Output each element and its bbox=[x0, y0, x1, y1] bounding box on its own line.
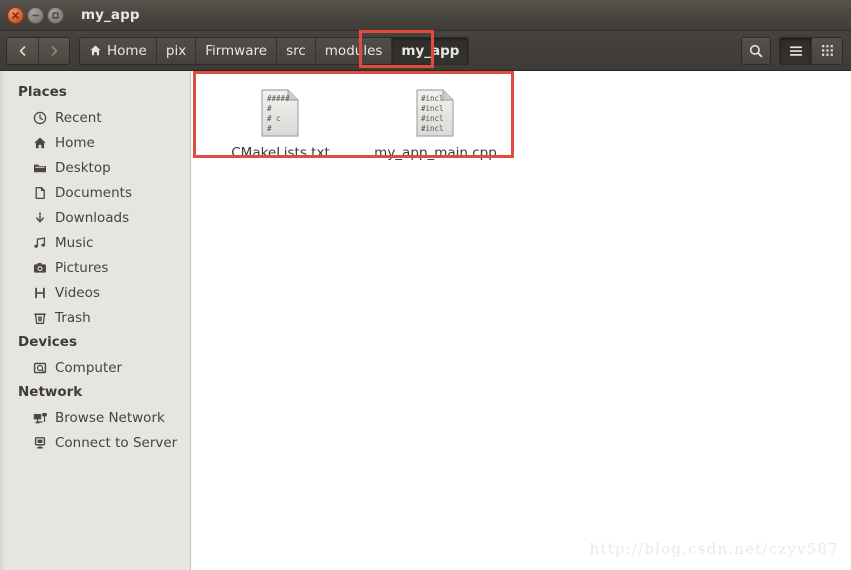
list-view-icon bbox=[789, 45, 802, 56]
sidebar-item-browse-network[interactable]: Browse Network bbox=[0, 405, 190, 430]
sidebar-item-downloads[interactable]: Downloads bbox=[0, 205, 190, 230]
music-icon bbox=[32, 235, 48, 251]
search-icon bbox=[749, 44, 763, 57]
sidebar-item-label: Trash bbox=[55, 309, 91, 326]
minimize-icon bbox=[32, 14, 39, 16]
sidebar-edge-shadow bbox=[0, 71, 5, 570]
file-label: my_app_main.cpp bbox=[374, 145, 497, 161]
search-button[interactable] bbox=[741, 36, 771, 65]
svg-text:#: # bbox=[267, 104, 272, 113]
sidebar-item-label: Recent bbox=[55, 109, 102, 126]
forward-button[interactable] bbox=[38, 37, 69, 64]
breadcrumb-label: pix bbox=[165, 42, 187, 59]
file-list-area[interactable]: ##### # # c # CMakeLists.txt #incl #incl… bbox=[191, 71, 851, 570]
breadcrumb-label: modules bbox=[324, 42, 383, 59]
sidebar-item-documents[interactable]: Documents bbox=[0, 180, 190, 205]
breadcrumb: Home pix Firmware src modules my_app bbox=[79, 36, 470, 65]
sidebar-item-home[interactable]: Home bbox=[0, 130, 190, 155]
file-grid: ##### # # c # CMakeLists.txt #incl #incl… bbox=[203, 83, 513, 161]
breadcrumb-item-modules[interactable]: modules bbox=[314, 37, 392, 64]
sidebar-item-label: Documents bbox=[55, 184, 132, 201]
sidebar: Places Recent Home Desktop Documents Dow… bbox=[0, 71, 191, 570]
sidebar-item-recent[interactable]: Recent bbox=[0, 105, 190, 130]
maximize-icon bbox=[52, 11, 59, 19]
home-icon bbox=[90, 45, 101, 56]
sidebar-item-label: Desktop bbox=[55, 159, 111, 176]
navigation-buttons bbox=[6, 36, 70, 65]
close-button[interactable] bbox=[7, 6, 24, 24]
sidebar-item-connect-to-server[interactable]: Connect to Server bbox=[0, 430, 190, 455]
breadcrumb-label: my_app bbox=[401, 42, 460, 59]
breadcrumb-item-my-app[interactable]: my_app bbox=[391, 37, 469, 64]
sidebar-item-label: Downloads bbox=[55, 209, 130, 226]
file-item-cmakelists[interactable]: ##### # # c # CMakeLists.txt bbox=[203, 83, 358, 161]
text-file-icon: ##### # # c # bbox=[260, 88, 301, 138]
breadcrumb-label: Firmware bbox=[205, 42, 268, 59]
view-mode-group bbox=[779, 36, 843, 65]
window-controls bbox=[7, 6, 64, 24]
server-icon bbox=[32, 435, 48, 451]
breadcrumb-item-pix[interactable]: pix bbox=[155, 37, 196, 64]
sidebar-item-label: Browse Network bbox=[55, 409, 165, 426]
list-view-button[interactable] bbox=[780, 37, 811, 64]
svg-text:#incl: #incl bbox=[421, 104, 444, 113]
sidebar-heading-places: Places bbox=[18, 84, 67, 100]
sidebar-item-desktop[interactable]: Desktop bbox=[0, 155, 190, 180]
icon-view-button[interactable] bbox=[811, 37, 842, 64]
watermark: http://blog.csdn.net/czyv587 bbox=[589, 540, 839, 558]
document-icon bbox=[32, 185, 48, 201]
camera-icon bbox=[32, 260, 48, 276]
sidebar-item-label: Connect to Server bbox=[55, 434, 178, 451]
sidebar-item-label: Music bbox=[55, 234, 94, 251]
sidebar-item-label: Home bbox=[55, 134, 95, 151]
folder-icon bbox=[32, 160, 48, 176]
svg-text:#incl: #incl bbox=[421, 124, 444, 133]
file-item-my-app-main[interactable]: #incl #incl #incl #incl my_app_main.cpp bbox=[358, 83, 513, 161]
sidebar-heading-network: Network bbox=[18, 384, 83, 400]
toolbar-right-group bbox=[741, 36, 843, 65]
svg-text:#incl: #incl bbox=[421, 114, 444, 123]
trash-icon bbox=[32, 310, 48, 326]
svg-text:#####: ##### bbox=[267, 94, 290, 103]
home-icon bbox=[32, 135, 48, 151]
chevron-left-icon bbox=[19, 45, 25, 56]
minimize-button[interactable] bbox=[27, 6, 44, 24]
film-icon bbox=[32, 285, 48, 301]
svg-text:# c: # c bbox=[267, 114, 281, 123]
sidebar-item-videos[interactable]: Videos bbox=[0, 280, 190, 305]
breadcrumb-item-home[interactable]: Home bbox=[80, 37, 156, 64]
sidebar-item-label: Computer bbox=[55, 359, 123, 376]
sidebar-item-label: Videos bbox=[55, 284, 100, 301]
sidebar-item-pictures[interactable]: Pictures bbox=[0, 255, 190, 280]
network-icon bbox=[32, 410, 48, 426]
download-icon bbox=[32, 210, 48, 226]
svg-text:#: # bbox=[267, 124, 272, 133]
toolbar: Home pix Firmware src modules my_app bbox=[0, 31, 851, 71]
clock-icon bbox=[32, 110, 48, 126]
sidebar-item-music[interactable]: Music bbox=[0, 230, 190, 255]
breadcrumb-item-firmware[interactable]: Firmware bbox=[195, 37, 277, 64]
chevron-right-icon bbox=[51, 45, 58, 56]
grid-view-icon bbox=[821, 45, 833, 56]
computer-icon bbox=[32, 360, 48, 376]
sidebar-item-label: Pictures bbox=[55, 259, 109, 276]
sidebar-heading-devices: Devices bbox=[18, 334, 77, 350]
svg-text:#incl: #incl bbox=[421, 94, 444, 103]
source-file-icon: #incl #incl #incl #incl bbox=[415, 88, 456, 138]
sidebar-item-trash[interactable]: Trash bbox=[0, 305, 190, 330]
maximize-button[interactable] bbox=[47, 6, 64, 24]
main-body: Places Recent Home Desktop Documents Dow… bbox=[0, 71, 851, 570]
sidebar-item-computer[interactable]: Computer bbox=[0, 355, 190, 380]
back-button[interactable] bbox=[7, 37, 38, 64]
breadcrumb-label: Home bbox=[107, 42, 147, 59]
breadcrumb-label: src bbox=[286, 42, 306, 59]
close-icon bbox=[12, 11, 19, 19]
file-manager-window: my_app Home pix Firmware src modules my_… bbox=[0, 0, 851, 570]
window-title: my_app bbox=[81, 7, 140, 23]
file-label: CMakeLists.txt bbox=[231, 145, 330, 161]
breadcrumb-item-src[interactable]: src bbox=[276, 37, 315, 64]
title-bar: my_app bbox=[0, 0, 851, 31]
